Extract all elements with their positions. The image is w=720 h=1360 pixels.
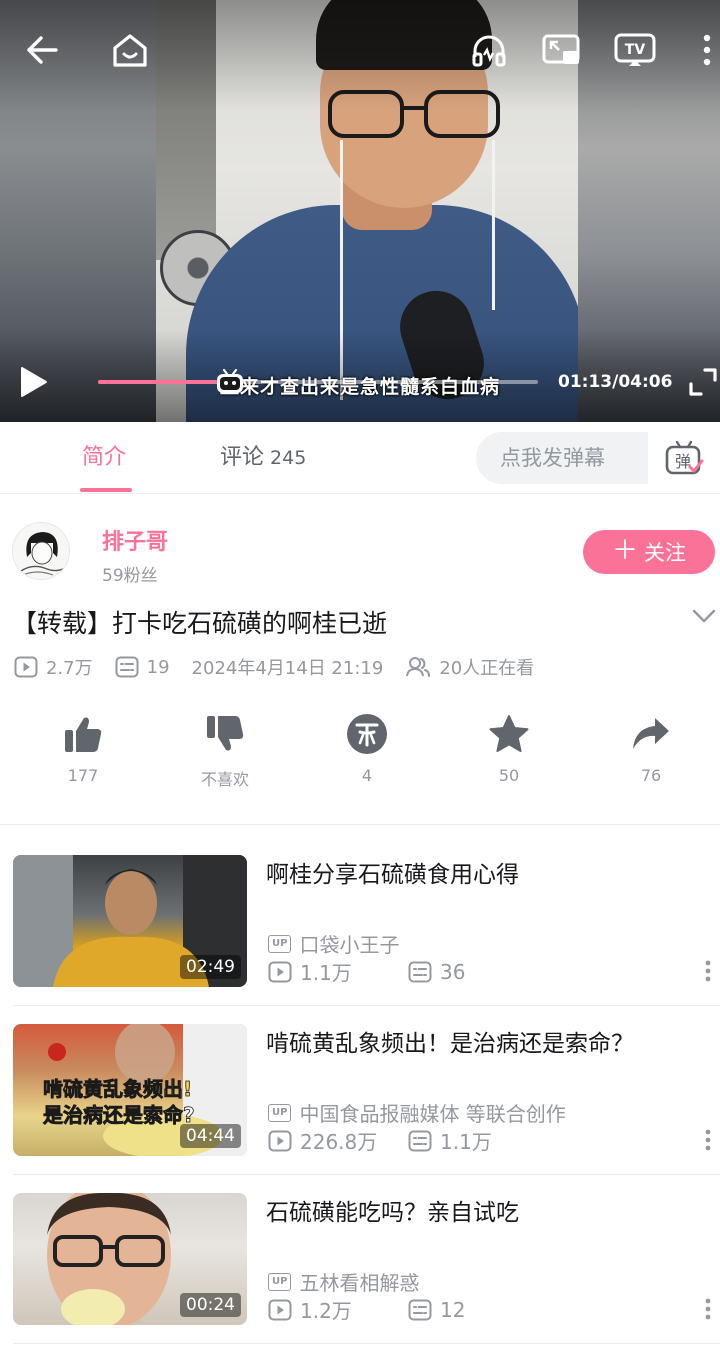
- list-divider: [13, 1174, 720, 1175]
- uploader-name[interactable]: 排子哥: [102, 524, 168, 556]
- danmaku-icon-char: 弹: [675, 452, 691, 471]
- follow-label: 关注: [644, 541, 686, 565]
- video-stats: 2.7万 19 2024年4月14日 21:19 20人正在看: [14, 654, 556, 680]
- related-thumbnail[interactable]: 啃硫黄乱象频出! 是治病还是索命? 04:44: [13, 1024, 247, 1156]
- avatar[interactable]: [12, 522, 70, 580]
- related-uploader-name: 中国食品报融媒体 等联合创作: [299, 1102, 566, 1126]
- related-title: 啊桂分享石硫磺食用心得: [266, 862, 519, 888]
- related-uploader: UP 中国食品报融媒体 等联合创作: [268, 1098, 566, 1127]
- follow-button[interactable]: ＋ 关注: [583, 530, 715, 574]
- related-views: 1.2万: [300, 1299, 352, 1323]
- tv-cast-icon[interactable]: TV: [612, 30, 658, 70]
- up-badge-icon: UP: [268, 1103, 292, 1122]
- related-duration: 04:44: [180, 1124, 241, 1148]
- favorite-button[interactable]: 50: [454, 712, 564, 785]
- progress-bar[interactable]: [98, 368, 538, 393]
- video-player[interactable]: TV 血来才查出来是急性髓系白血病 01:13/04:06: [0, 0, 720, 422]
- picture-in-picture-icon[interactable]: [540, 30, 582, 70]
- thumb-caption-line1: 啃硫黄乱象频出!: [43, 1077, 192, 1101]
- share-arrow-icon: [633, 718, 669, 749]
- tab-comments-label: 评论: [220, 445, 265, 470]
- more-vertical-icon[interactable]: [700, 955, 716, 987]
- dislike-label: 不喜欢: [200, 770, 249, 789]
- share-count: 76: [640, 766, 662, 785]
- related-danmaku: 36: [440, 959, 466, 984]
- plus-icon: ＋: [611, 536, 638, 566]
- related-stats: 226.8万 1.1万: [268, 1126, 492, 1155]
- play-count-icon: [14, 656, 38, 678]
- share-button[interactable]: 76: [596, 712, 706, 785]
- like-button[interactable]: 177: [28, 712, 138, 785]
- thumbs-up-icon: [65, 717, 102, 752]
- star-icon: [489, 715, 529, 752]
- related-thumbnail[interactable]: 02:49: [13, 855, 247, 987]
- list-divider: [13, 1005, 720, 1006]
- danmaku-toggle-button[interactable]: 弹: [648, 432, 720, 484]
- danmaku-icon: 弹: [665, 440, 704, 475]
- watching-count: 20人正在看: [439, 658, 535, 679]
- more-vertical-icon[interactable]: [700, 1124, 716, 1156]
- list-divider: [13, 1343, 720, 1344]
- related-danmaku: 12: [440, 1297, 466, 1322]
- related-title: 石硫磺能吃吗？亲自试吃: [266, 1200, 519, 1226]
- related-stats: 1.2万 12: [268, 1295, 465, 1324]
- fullscreen-icon[interactable]: [688, 366, 718, 398]
- watching-people-icon: [406, 657, 431, 677]
- related-video-item[interactable]: 00:24 石硫磺能吃吗？亲自试吃 UP 五林看相解惑 1.2万 12: [0, 1193, 720, 1325]
- chevron-down-icon[interactable]: [690, 602, 718, 630]
- danmaku-count: 19: [146, 656, 170, 678]
- related-title: 啃硫黄乱象频出！是治病还是索命？: [266, 1031, 634, 1057]
- coin-button[interactable]: 4: [312, 712, 422, 785]
- progress-thumb-tv-icon[interactable]: [215, 367, 245, 395]
- dislike-button[interactable]: 不喜欢: [170, 712, 280, 790]
- publish-date: 2024年4月14日 21:19: [191, 658, 384, 679]
- view-count: 2.7万: [46, 658, 93, 679]
- danmaku-placeholder: 点我发弹幕: [500, 446, 605, 470]
- up-badge-icon: UP: [268, 934, 292, 953]
- svg-text:TV: TV: [625, 42, 646, 58]
- related-duration: 00:24: [180, 1293, 241, 1317]
- tab-comments-count: 245: [270, 447, 307, 469]
- related-thumbnail[interactable]: 00:24: [13, 1193, 247, 1325]
- danmaku-count-icon: [115, 656, 139, 678]
- time-display: 01:13/04:06: [558, 372, 673, 392]
- like-count: 177: [67, 766, 99, 785]
- tab-intro[interactable]: 简介: [82, 422, 126, 494]
- related-uploader: UP 口袋小王子: [268, 929, 399, 958]
- coin-count: 4: [361, 766, 373, 785]
- play-count-icon: [268, 1299, 292, 1320]
- back-arrow-icon[interactable]: [22, 30, 62, 70]
- section-divider: [0, 824, 720, 825]
- play-icon[interactable]: [14, 362, 52, 402]
- related-duration: 02:49: [180, 955, 241, 979]
- related-video-item[interactable]: 啃硫黄乱象频出! 是治病还是索命? 04:44 啃硫黄乱象频出！是治病还是索命？…: [0, 1024, 720, 1156]
- related-views: 1.1万: [300, 961, 352, 985]
- danmaku-count-icon: [408, 961, 432, 982]
- listen-headphones-icon[interactable]: [468, 30, 510, 70]
- favorite-count: 50: [498, 766, 520, 785]
- uploader-fans: 59粉丝: [102, 566, 158, 586]
- thumb-caption-line2: 是治病还是索命?: [42, 1103, 195, 1127]
- more-options-icon[interactable]: [696, 30, 718, 70]
- tab-active-indicator: [80, 488, 132, 492]
- coin-icon: [347, 714, 387, 754]
- danmaku-count-icon: [408, 1299, 432, 1320]
- play-count-icon: [268, 1130, 292, 1151]
- related-video-item[interactable]: 02:49 啊桂分享石硫磺食用心得 UP 口袋小王子 1.1万 36: [0, 855, 720, 987]
- related-uploader: UP 五林看相解惑: [268, 1267, 419, 1296]
- home-icon[interactable]: [110, 30, 150, 70]
- related-uploader-name: 口袋小王子: [299, 933, 400, 957]
- related-views: 226.8万: [300, 1130, 378, 1154]
- progress-bar-fill: [98, 380, 230, 384]
- tab-comments[interactable]: 评论 245: [220, 422, 306, 494]
- thumbs-down-icon: [207, 716, 244, 751]
- related-danmaku: 1.1万: [440, 1130, 492, 1154]
- danmaku-count-icon: [408, 1130, 432, 1151]
- video-title: 【转载】打卡吃石硫磺的啊桂已逝: [12, 609, 388, 638]
- up-badge-icon: UP: [268, 1272, 292, 1291]
- related-stats: 1.1万 36: [268, 957, 465, 986]
- more-vertical-icon[interactable]: [700, 1293, 716, 1325]
- play-count-icon: [268, 961, 292, 982]
- related-uploader-name: 五林看相解惑: [299, 1271, 420, 1295]
